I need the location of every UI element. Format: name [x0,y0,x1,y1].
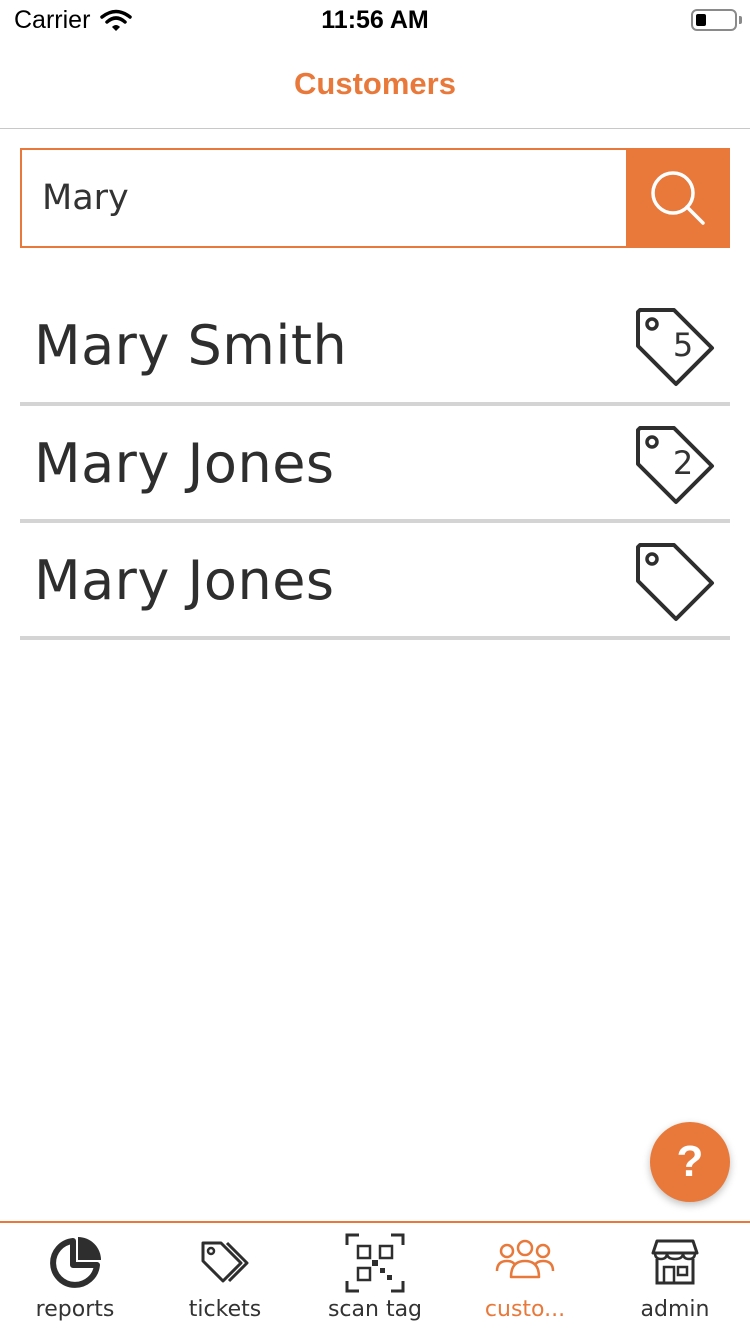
tab-label: custo... [484,1297,566,1322]
search-input[interactable] [22,150,626,246]
page-title: Customers [294,66,456,101]
qr-code-icon [345,1233,405,1293]
tab-label: reports [35,1297,115,1322]
battery-icon [691,9,737,31]
tags-icon [201,1241,249,1283]
store-icon [651,1239,699,1285]
customer-list: Mary Smith 5 Mary Jones 2 Mary Jones [20,288,730,640]
tab-reports[interactable]: reports [0,1223,150,1334]
status-bar: Carrier 11:56 AM [0,0,750,42]
tab-scan-tag[interactable]: scan tag [300,1223,450,1334]
tab-label: scan tag [327,1297,423,1322]
help-button[interactable]: ? [650,1122,730,1202]
pie-chart-icon [50,1237,101,1288]
tab-admin[interactable]: admin [600,1223,750,1334]
customer-name: Mary Jones [34,432,335,495]
customer-row[interactable]: Mary Smith 5 [20,288,730,406]
tab-tickets[interactable]: tickets [150,1223,300,1334]
search-button[interactable] [626,148,730,248]
customers-screen: Carrier 11:56 AM Customers Mary Smith [0,0,750,1334]
clock: 11:56 AM [321,6,429,34]
tab-bar: reports tickets scan tag custo... admin [0,1221,750,1334]
tag-count: 5 [672,326,694,364]
customer-row[interactable]: Mary Jones [20,523,730,640]
search-icon [651,171,705,225]
users-icon [495,1239,555,1279]
tag-icon [636,543,714,621]
tag-count: 2 [672,444,694,482]
battery-tip [739,16,742,24]
customer-name: Mary Smith [34,314,348,377]
nav-bar: Customers [0,42,750,129]
tab-label: admin [640,1297,710,1322]
customer-name: Mary Jones [34,549,335,612]
search-bar [20,148,730,248]
tab-label: tickets [188,1297,262,1322]
tab-customers[interactable]: custo... [450,1223,600,1334]
customer-row[interactable]: Mary Jones 2 [20,406,730,523]
